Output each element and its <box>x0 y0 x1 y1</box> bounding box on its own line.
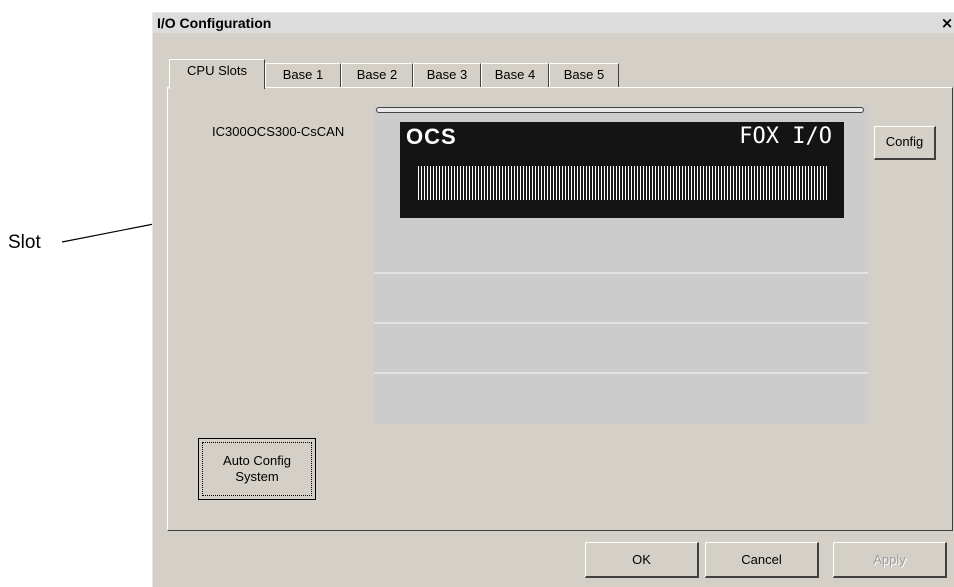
module-brand-fox-io: FOX I/O <box>739 124 832 149</box>
dialog-title: I/O Configuration <box>157 15 272 31</box>
cpu-module-image[interactable]: OCS FOX I/O <box>400 122 844 218</box>
slot-divider <box>374 372 868 374</box>
module-vent-grill <box>418 166 828 200</box>
module-brand-ocs: OCS <box>406 124 457 149</box>
auto-config-system-button[interactable]: Auto Config System <box>198 438 316 500</box>
callout-slot-label: Slot <box>8 232 41 253</box>
tab-base-4[interactable]: Base 4 <box>481 63 549 87</box>
title-bar: I/O Configuration × <box>153 13 954 33</box>
auto-config-label-line1: Auto Config <box>223 453 291 468</box>
apply-button[interactable]: Apply <box>833 542 947 578</box>
tab-base-1[interactable]: Base 1 <box>265 63 341 87</box>
ok-button[interactable]: OK <box>585 542 699 578</box>
auto-config-label-line2: System <box>235 469 279 484</box>
tab-base-5[interactable]: Base 5 <box>549 63 619 87</box>
close-button[interactable]: × <box>939 15 954 31</box>
slot-divider <box>374 272 868 274</box>
slot-area[interactable]: OCS FOX I/O <box>374 106 868 424</box>
rack-rail <box>376 107 864 113</box>
io-configuration-dialog: I/O Configuration × CPU Slots Base 1 Bas… <box>152 12 954 587</box>
tab-cpu-slots[interactable]: CPU Slots <box>169 59 265 89</box>
cancel-button[interactable]: Cancel <box>705 542 819 578</box>
slot-divider <box>374 322 868 324</box>
tab-base-3[interactable]: Base 3 <box>413 63 481 87</box>
module-name: IC300OCS300-CsCAN <box>212 124 345 139</box>
auto-config-focus-rect: Auto Config System <box>202 442 312 496</box>
tab-base-2[interactable]: Base 2 <box>341 63 413 87</box>
config-button[interactable]: Config <box>874 126 936 160</box>
cpu-slots-panel: IC300OCS300-CsCAN OCS FOX I/O Config Aut… <box>167 87 953 531</box>
